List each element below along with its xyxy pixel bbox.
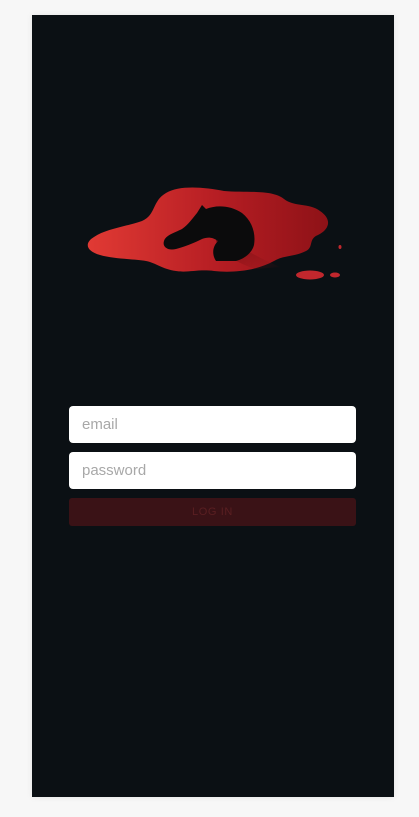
email-field[interactable] (69, 406, 356, 443)
login-button[interactable]: LOG IN (69, 498, 356, 526)
horse-head-blood-logo-icon (84, 171, 344, 283)
password-field[interactable] (69, 452, 356, 489)
app-screen: LOG IN (32, 15, 394, 797)
